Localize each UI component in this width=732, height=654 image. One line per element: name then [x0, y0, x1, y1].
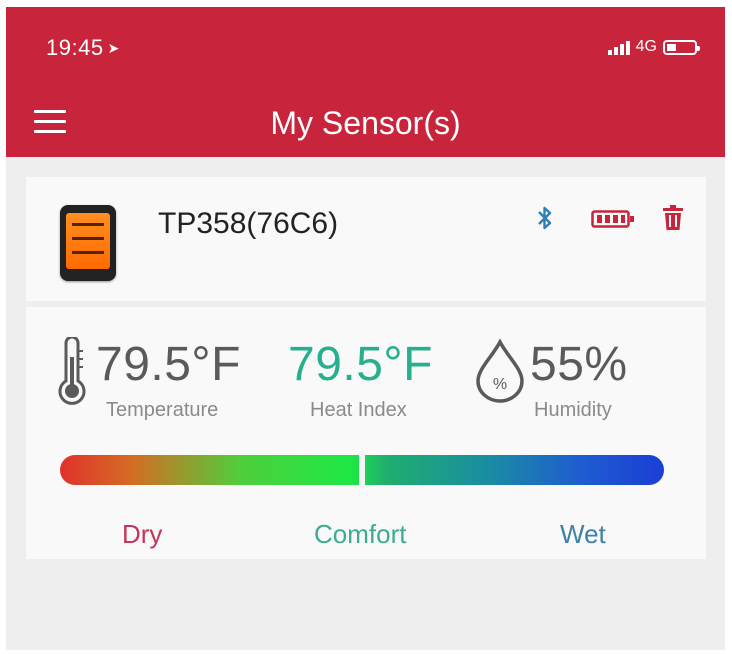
- temperature-label: Temperature: [106, 399, 219, 421]
- signal-strength-icon: [607, 39, 630, 55]
- status-bar-indicators: 4G: [607, 38, 700, 56]
- heat-index-label: Heat Index: [310, 399, 407, 421]
- status-bar-time: 19:45 ➤: [46, 35, 120, 61]
- humidity-label: Humidity: [534, 399, 612, 421]
- zone-wet-label: Wet: [560, 519, 606, 549]
- humidity-icon-symbol: %: [493, 376, 507, 393]
- temperature-value: 79.5°F: [96, 338, 241, 391]
- app-header: 19:45 ➤ 4G My Sensor(s): [6, 7, 725, 157]
- thermometer-icon: [58, 337, 86, 405]
- readings-card: 79.5°F Temperature 79.5°F Heat Index % 5…: [26, 307, 706, 559]
- heat-index-value: 79.5°F: [288, 338, 433, 391]
- comfort-scale-bar: [60, 451, 664, 489]
- sensor-device-image: [60, 205, 116, 281]
- comfort-level-marker: [359, 451, 365, 489]
- location-arrow-icon: ➤: [107, 40, 120, 56]
- network-type: 4G: [635, 38, 657, 55]
- zone-dry-label: Dry: [122, 519, 163, 549]
- sensor-card[interactable]: TP358(76C6): [26, 177, 706, 301]
- sensor-name[interactable]: TP358(76C6): [158, 207, 338, 241]
- bluetooth-icon[interactable]: [536, 205, 554, 231]
- phone-battery-icon: [663, 39, 700, 55]
- battery-icon[interactable]: [591, 210, 635, 228]
- app-screen: 19:45 ➤ 4G My Sensor(s) TP358(76C6) 79.5…: [6, 7, 725, 650]
- page-title: My Sensor(s): [270, 105, 461, 141]
- clock: 19:45: [46, 35, 104, 60]
- trash-icon[interactable]: [662, 205, 684, 231]
- zone-comfort-label: Comfort: [314, 519, 407, 549]
- humidity-value: 55%: [530, 338, 628, 391]
- heat-index-reading: 79.5°F Heat Index: [288, 337, 433, 421]
- water-drop-icon: %: [476, 339, 524, 403]
